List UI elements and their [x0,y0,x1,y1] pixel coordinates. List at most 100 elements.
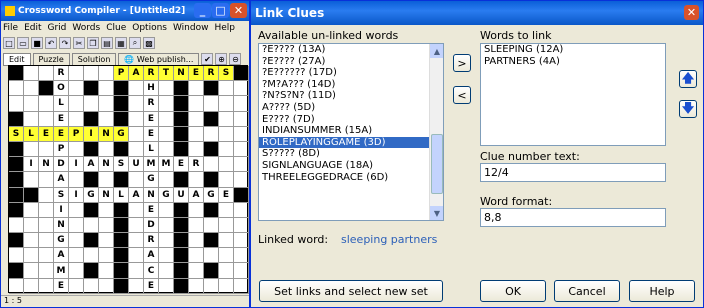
web-publish-button[interactable]: 🌐 Web publish... [118,52,200,66]
zoom-out-icon[interactable]: ⊖ [229,53,242,65]
grid-cell[interactable] [84,278,99,294]
grid-block[interactable] [9,187,24,203]
menu-clue[interactable]: Clue [106,23,126,33]
menu-window[interactable]: Window [173,23,209,33]
grid-cell[interactable] [189,111,204,127]
grid-cell[interactable] [99,96,114,112]
grid-cell[interactable] [234,96,249,112]
grid-cell[interactable]: S [9,126,24,142]
grid-cell[interactable] [99,66,114,82]
grid-cell[interactable]: L [114,187,129,203]
grid-cell[interactable] [129,233,144,249]
grid-cell[interactable] [159,278,174,294]
grid-cell[interactable]: E [54,278,69,294]
grid-cell[interactable]: R [204,66,219,82]
grid-cell[interactable] [234,126,249,142]
available-item[interactable]: S????? (8D) [259,148,443,160]
grid-cell[interactable] [189,141,204,158]
grid-block[interactable] [114,96,129,112]
grid-cell[interactable] [24,217,39,234]
grid-cell[interactable] [159,248,174,264]
grid-cell[interactable]: R [54,66,69,82]
grid-cell[interactable] [24,141,39,158]
cc-close-button[interactable]: ✕ [230,3,247,18]
grid-cell[interactable] [234,141,249,158]
grid-block[interactable] [114,263,129,279]
grid-cell[interactable] [84,248,99,264]
grid-cell[interactable]: E [54,111,69,127]
save-icon[interactable]: ■ [31,37,43,49]
grid-cell[interactable] [69,263,84,279]
grid-cell[interactable] [69,141,84,158]
grid-block[interactable] [204,81,219,97]
grid-cell[interactable] [24,248,39,264]
grid-block[interactable] [114,202,129,218]
grid-cell[interactable] [84,217,99,234]
grid-cell[interactable]: I [84,126,99,142]
grid-cell[interactable]: P [114,66,129,82]
set-links-button[interactable]: Set links and select new set [259,280,443,302]
available-item[interactable]: ?M?A??? (14D) [259,79,443,91]
grid-cell[interactable] [9,248,24,264]
grid-cell[interactable] [159,263,174,279]
grid-cell[interactable] [99,217,114,234]
grid-cell[interactable] [159,96,174,112]
available-item[interactable]: ?N?S?N? (11D) [259,90,443,102]
grid-cell[interactable]: S [114,157,129,173]
grid-cell[interactable]: L [54,96,69,112]
word-to-link-item[interactable]: SLEEPING (12A) [481,44,665,56]
grid-cell[interactable]: D [144,217,159,234]
grid-cell[interactable] [234,157,249,173]
grid-cell[interactable] [39,187,54,203]
grid-cell[interactable] [159,202,174,218]
grid-block[interactable] [204,202,219,218]
grid-cell[interactable] [69,172,84,188]
grid-cell[interactable]: A [189,187,204,203]
grid-cell[interactable] [9,278,24,294]
grid-block[interactable] [174,233,189,249]
grid-cell[interactable] [129,111,144,127]
grid-cell[interactable] [189,172,204,188]
grid-cell[interactable] [69,278,84,294]
grid-block[interactable] [84,233,99,249]
grid-cell[interactable] [204,248,219,264]
grid-cell[interactable]: A [54,172,69,188]
grid-cell[interactable]: T [159,66,174,82]
grid-cell[interactable] [219,172,234,188]
grid-cell[interactable] [234,248,249,264]
grid-cell[interactable] [234,111,249,127]
grid-cell[interactable]: N [99,126,114,142]
ok-button[interactable]: OK [480,280,546,302]
grid-cell[interactable]: N [174,66,189,82]
grid-block[interactable] [234,66,249,82]
grid-block[interactable] [204,263,219,279]
grid-cell[interactable] [159,233,174,249]
grid-cell[interactable]: E [144,202,159,218]
grid-cell[interactable] [99,248,114,264]
grid-cell[interactable]: H [144,81,159,97]
grid-cell[interactable] [129,172,144,188]
grid-block[interactable] [24,187,39,203]
grid-cell[interactable] [24,81,39,97]
grid-cell[interactable]: M [144,157,159,173]
grid-cell[interactable] [99,202,114,218]
available-item[interactable]: ?E???? (13A) [259,44,443,56]
grid-block[interactable] [204,141,219,158]
grid-cell[interactable] [99,233,114,249]
grid-block[interactable] [174,141,189,158]
menu-grid[interactable]: Grid [48,23,67,33]
menu-file[interactable]: File [3,23,18,33]
grid-cell[interactable] [189,96,204,112]
grid-cell[interactable] [69,111,84,127]
grid-cell[interactable]: L [24,126,39,142]
grid-cell[interactable]: E [174,157,189,173]
menu-words[interactable]: Words [72,23,100,33]
grid-cell[interactable]: N [99,157,114,173]
grid-cell[interactable]: N [144,187,159,203]
grid-cell[interactable] [204,126,219,142]
zoom-icon[interactable]: ⊕ [215,53,228,65]
grid-cell[interactable]: R [189,157,204,173]
menu-help[interactable]: Help [214,23,235,33]
grid-cell[interactable] [39,233,54,249]
grid-cell[interactable]: G [159,187,174,203]
